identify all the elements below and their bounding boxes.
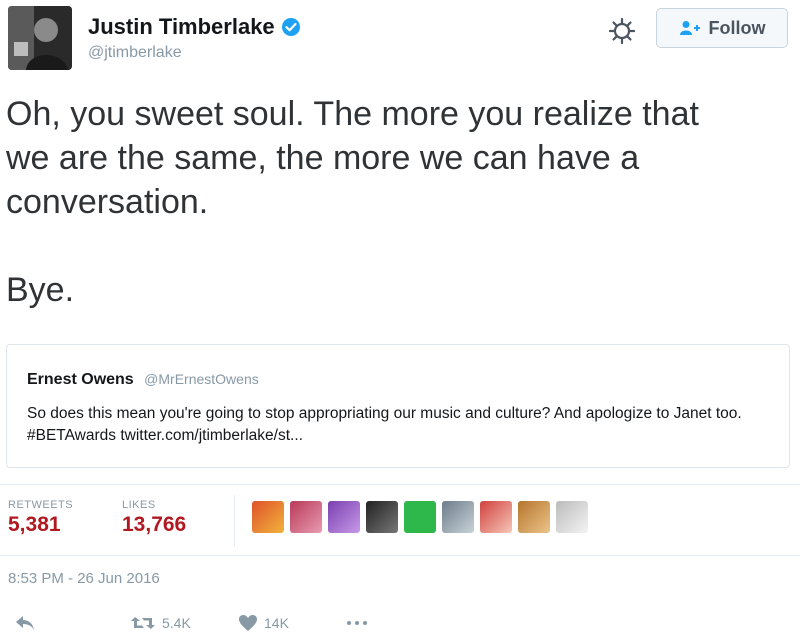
- gear-icon[interactable]: [608, 17, 636, 45]
- retweets-label: RETWEETS: [8, 499, 74, 511]
- likes-label: LIKES: [122, 499, 156, 511]
- stats-divider: [234, 495, 235, 547]
- retweets-count: 5,381: [8, 513, 61, 536]
- quoted-author-handle: @MrErnestOwens: [144, 371, 259, 387]
- quoted-tweet[interactable]: Ernest Owens @MrErnestOwens So does this…: [6, 344, 790, 468]
- follow-person-icon: [679, 21, 700, 35]
- liker-avatar[interactable]: [290, 501, 322, 533]
- follow-button[interactable]: Follow: [656, 8, 788, 48]
- retweets-stat[interactable]: RETWEETS 5,381: [8, 499, 73, 537]
- retweet-button[interactable]: 5.4K: [130, 614, 191, 632]
- tweet-actions: 5.4K 14K: [0, 606, 800, 644]
- tweet-text: Oh, you sweet soul. The more you realize…: [6, 95, 699, 309]
- liker-avatar[interactable]: [442, 501, 474, 533]
- tweet-stats: RETWEETS 5,381 LIKES 13,766: [0, 484, 800, 556]
- follow-button-label: Follow: [708, 17, 766, 38]
- retweet-count: 5.4K: [162, 615, 191, 631]
- tweet-timestamp[interactable]: 8:53 PM - 26 Jun 2016: [8, 570, 160, 587]
- liker-avatar[interactable]: [404, 501, 436, 533]
- liker-avatars: [252, 501, 588, 533]
- liker-avatar[interactable]: [556, 501, 588, 533]
- quoted-tweet-text: So does this mean you're going to stop a…: [27, 405, 742, 444]
- heart-icon: [239, 615, 257, 631]
- liker-avatar[interactable]: [366, 501, 398, 533]
- liker-avatar[interactable]: [328, 501, 360, 533]
- like-count: 14K: [264, 615, 289, 631]
- likes-stat[interactable]: LIKES 13,766: [122, 499, 186, 537]
- liker-avatar[interactable]: [518, 501, 550, 533]
- author-handle[interactable]: @jtimberlake: [88, 44, 182, 62]
- liker-avatar[interactable]: [252, 501, 284, 533]
- author-avatar[interactable]: [8, 6, 72, 70]
- reply-button[interactable]: [14, 614, 36, 632]
- likes-count: 13,766: [122, 513, 187, 536]
- more-icon: [347, 621, 367, 625]
- author-display-name[interactable]: Justin Timberlake: [88, 14, 275, 40]
- author-name-row: Justin Timberlake: [88, 14, 301, 40]
- retweet-icon: [131, 617, 155, 629]
- reply-icon: [16, 616, 34, 630]
- more-button[interactable]: [346, 614, 368, 632]
- quoted-author-name: Ernest Owens: [27, 371, 134, 388]
- liker-avatar[interactable]: [480, 501, 512, 533]
- tweet-header: Justin Timberlake @jtimberlake Follow: [0, 0, 800, 80]
- like-button[interactable]: 14K: [238, 614, 289, 632]
- quoted-tweet-header: Ernest Owens @MrErnestOwens: [27, 371, 259, 389]
- verified-badge-icon: [281, 18, 300, 36]
